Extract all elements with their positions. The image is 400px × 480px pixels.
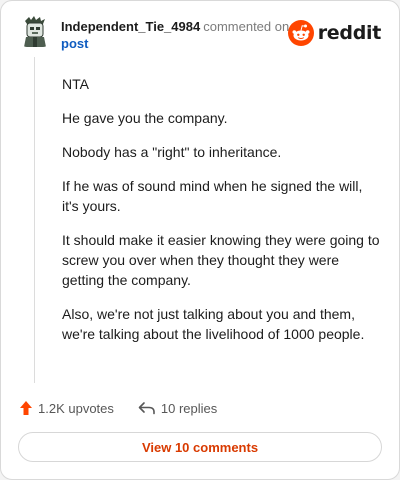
comment-meta: Independent_Tie_4984 commented on post (61, 18, 289, 52)
upvote-button[interactable]: 1.2K upvotes (19, 400, 114, 416)
avatar-icon[interactable] (21, 15, 49, 47)
comment-actions: 1.2K upvotes 10 replies (19, 397, 241, 419)
reply-button[interactable]: 10 replies (138, 401, 217, 416)
reddit-wordmark: reddit (317, 22, 382, 44)
commented-on-label: commented on (203, 19, 290, 34)
comment-paragraph: He gave you the company. (62, 110, 228, 126)
view-comments-button[interactable]: View 10 comments (18, 432, 382, 462)
comment-body: NTA He gave you the company. Nobody has … (62, 74, 380, 358)
comment-paragraph: NTA (62, 76, 89, 92)
reply-arrow-icon (138, 402, 155, 415)
reply-count: 10 replies (160, 400, 218, 416)
comment-paragraph: Nobody has a "right" to inheritance. (62, 144, 282, 160)
comment-header: Independent_Tie_4984 commented on post re… (21, 15, 381, 55)
comment-paragraph: If he was of sound mind when he signed t… (62, 178, 363, 214)
thread-line (34, 57, 35, 383)
comment-paragraph: It should make it easier knowing they we… (62, 232, 380, 288)
username-link[interactable]: Independent_Tie_4984 (61, 19, 200, 34)
reddit-logo-icon (287, 20, 314, 46)
upvote-count: 1.2K upvotes (38, 400, 114, 416)
comment-card: Independent_Tie_4984 commented on post re… (0, 0, 400, 480)
post-link[interactable]: post (61, 35, 289, 52)
upvote-arrow-icon (20, 401, 32, 415)
comment-paragraph: Also, we're not just talking about you a… (62, 306, 365, 342)
reddit-logo[interactable]: reddit (287, 19, 382, 47)
